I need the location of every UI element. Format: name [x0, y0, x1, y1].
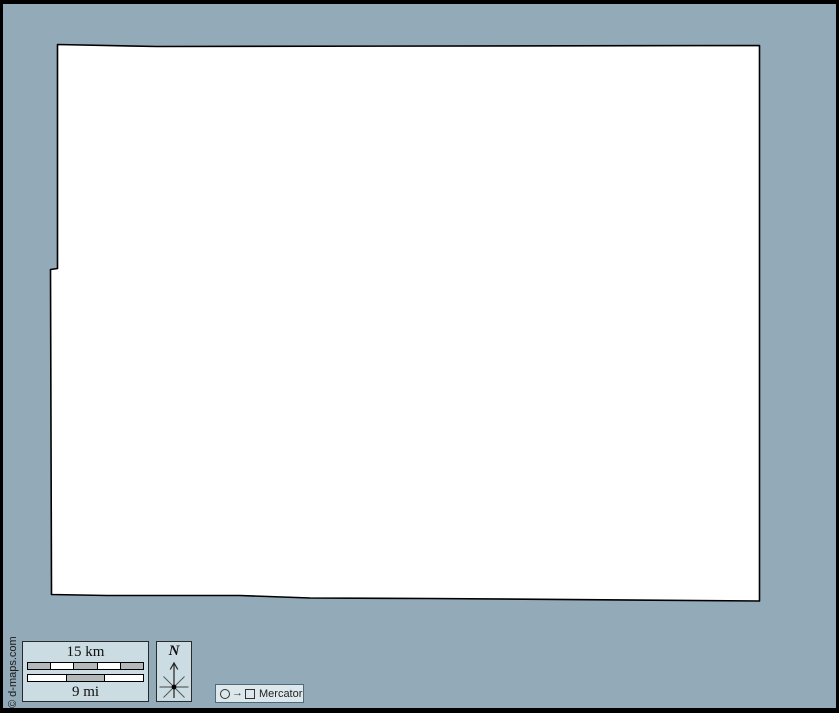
- region-outline-map: [49, 43, 761, 602]
- scale-segment: [74, 662, 98, 669]
- map-canvas: 15 km 9 mi N → Mercator © d-maps.com: [3, 4, 836, 708]
- scale-mi-label: 9 mi: [71, 683, 100, 700]
- projection-box: → Mercator: [215, 684, 304, 703]
- scale-segment: [28, 662, 52, 669]
- scale-segment: [28, 674, 67, 681]
- scale-km-label: 15 km: [66, 643, 105, 660]
- scale-segment: [66, 674, 106, 681]
- flat-square-icon: [245, 688, 255, 699]
- north-label: N: [168, 643, 180, 659]
- north-arrow-box: N: [156, 641, 192, 702]
- scale-segment: [51, 662, 75, 669]
- scale-segment: [97, 662, 121, 669]
- arrow-right-icon: →: [232, 687, 243, 699]
- projection-label: Mercator: [259, 687, 303, 700]
- copyright-text: © d-maps.com: [7, 636, 19, 708]
- image-frame: 15 km 9 mi N → Mercator © d-maps.com: [0, 0, 839, 713]
- sphere-circle-icon: [220, 688, 230, 699]
- scale-bar-mi: [27, 673, 144, 682]
- scale-segment: [105, 674, 144, 681]
- scale-bar-km: [27, 661, 144, 670]
- region-shape: [49, 43, 761, 602]
- scale-segment: [120, 662, 144, 669]
- compass-rose-icon: [159, 661, 189, 698]
- scale-bar-box: 15 km 9 mi: [22, 641, 149, 702]
